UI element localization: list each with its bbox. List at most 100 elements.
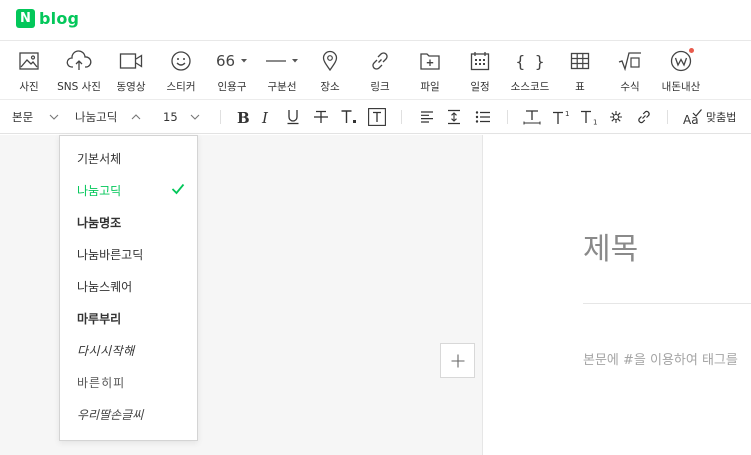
font-option-label: 나눔고딕 bbox=[77, 183, 122, 198]
w-badge-icon bbox=[660, 48, 702, 73]
svg-text:1: 1 bbox=[593, 119, 597, 126]
location-pin-icon bbox=[316, 49, 344, 73]
align-left-icon bbox=[421, 111, 433, 123]
text-color-button[interactable] bbox=[340, 100, 358, 134]
letter-spacing-icon bbox=[523, 110, 541, 125]
font-option-label: 나눔명조 bbox=[77, 215, 122, 230]
font-size-value: 15 bbox=[163, 110, 178, 124]
naver-blog-logo[interactable]: N blog bbox=[16, 9, 79, 28]
tool-label: 장소 bbox=[320, 81, 340, 93]
font-option[interactable]: 나눔스퀘어 bbox=[60, 270, 197, 302]
tool-location[interactable]: 장소 bbox=[316, 49, 344, 94]
tool-link[interactable]: 링크 bbox=[366, 49, 394, 94]
text-background-button[interactable] bbox=[368, 100, 386, 134]
strikethrough-button[interactable] bbox=[313, 100, 329, 134]
tool-label: 일정 bbox=[470, 81, 490, 93]
italic-icon: I bbox=[261, 109, 269, 125]
tool-video[interactable]: 동영상 bbox=[114, 49, 148, 94]
tool-label: 소스코드 bbox=[510, 81, 550, 93]
tool-label: 스티커 bbox=[166, 81, 196, 93]
letter-spacing-button[interactable] bbox=[523, 100, 541, 134]
font-option[interactable]: 바른히피 bbox=[60, 366, 197, 398]
tool-formula[interactable]: 수식 bbox=[615, 49, 645, 94]
font-family-select[interactable]: 나눔고딕 bbox=[75, 100, 141, 134]
tool-source-code[interactable]: { } 소스코드 bbox=[508, 49, 552, 94]
tool-sns-photo[interactable]: SNS 사진 bbox=[57, 49, 101, 94]
hyperlink-button[interactable] bbox=[636, 100, 652, 134]
spellcheck-icon: Aa bbox=[683, 109, 702, 126]
font-option-label: 기본서체 bbox=[77, 151, 122, 166]
insert-toolbar: 사진 SNS 사진 동영상 스티커 66 인용구 구분선 장소 링크 파일 일정… bbox=[0, 40, 751, 100]
tool-table[interactable]: 표 bbox=[566, 49, 594, 94]
chevron-down-icon bbox=[190, 114, 200, 120]
svg-text:1: 1 bbox=[565, 110, 569, 118]
table-icon bbox=[566, 49, 594, 73]
font-option[interactable]: 우리딸손글씨 bbox=[60, 398, 197, 430]
svg-text:I: I bbox=[261, 109, 269, 125]
font-option-selected[interactable]: 나눔고딕 bbox=[60, 174, 197, 206]
toolbar-separator bbox=[220, 110, 221, 124]
body-placeholder[interactable]: 본문에 #을 이용하여 태그를 bbox=[583, 349, 738, 368]
italic-button[interactable]: I bbox=[261, 100, 273, 134]
text-color-icon bbox=[341, 110, 356, 123]
paragraph-style-select[interactable]: 본문 bbox=[12, 100, 59, 134]
tool-label: SNS 사진 bbox=[57, 81, 101, 93]
font-option[interactable]: 다시시작해 bbox=[60, 334, 197, 366]
tool-self-purchase[interactable]: 내돈내산 bbox=[660, 48, 702, 94]
font-option[interactable]: 마루부리 bbox=[60, 302, 197, 334]
quote-icon: 66 bbox=[214, 49, 250, 73]
chevron-up-icon bbox=[131, 114, 141, 120]
font-option-label: 나눔스퀘어 bbox=[77, 279, 133, 294]
file-icon bbox=[416, 49, 444, 73]
editor-canvas[interactable]: 제목 본문에 #을 이용하여 태그를 bbox=[483, 135, 751, 455]
plus-icon bbox=[451, 354, 464, 367]
add-component-button[interactable] bbox=[440, 343, 475, 378]
line-height-button[interactable] bbox=[447, 100, 461, 134]
cloud-upload-icon bbox=[57, 49, 101, 73]
font-option[interactable]: 나눔바른고딕 bbox=[60, 238, 197, 270]
code-glyph: { } bbox=[515, 51, 545, 71]
spellcheck-button[interactable]: Aa 맞춤법 bbox=[683, 100, 736, 134]
tool-quote[interactable]: 66 인용구 bbox=[214, 49, 250, 94]
link-icon bbox=[638, 110, 650, 124]
strikethrough-icon bbox=[314, 110, 328, 123]
title-divider bbox=[583, 303, 751, 304]
toolbar-separator bbox=[401, 110, 402, 124]
divider-icon bbox=[264, 49, 300, 73]
special-character-button[interactable] bbox=[609, 100, 623, 134]
list-button[interactable] bbox=[475, 100, 491, 134]
tool-label: 링크 bbox=[370, 81, 390, 93]
font-option[interactable]: 기본서체 bbox=[60, 142, 197, 174]
toolbar-separator bbox=[507, 110, 508, 124]
tool-label: 표 bbox=[575, 81, 585, 93]
svg-text:B: B bbox=[237, 109, 250, 125]
link-icon bbox=[366, 49, 394, 73]
logo-text: blog bbox=[39, 9, 80, 28]
tool-photo[interactable]: 사진 bbox=[14, 49, 44, 94]
superscript-button[interactable]: 1 bbox=[552, 100, 572, 134]
tool-label: 파일 bbox=[420, 81, 440, 93]
blog-editor: N blog 사진 SNS 사진 동영상 스티커 66 인용구 구분선 장소 링… bbox=[0, 0, 751, 455]
caret-down-icon bbox=[291, 59, 298, 63]
font-option[interactable]: 나눔명조 bbox=[60, 206, 197, 238]
title-placeholder[interactable]: 제목 bbox=[583, 224, 638, 268]
special-character-icon bbox=[610, 111, 622, 123]
tool-sticker[interactable]: 스티커 bbox=[164, 49, 198, 94]
font-dropdown-menu: 기본서체 나눔고딕 나눔명조 나눔바른고딕 나눔스퀘어 마루부리 다시시작해 바… bbox=[59, 135, 198, 441]
underline-button[interactable] bbox=[286, 100, 300, 134]
caret-down-icon bbox=[241, 59, 248, 63]
tool-schedule[interactable]: 일정 bbox=[466, 49, 494, 94]
bold-button[interactable]: B bbox=[236, 100, 250, 134]
subscript-button[interactable]: 1 bbox=[580, 100, 600, 134]
quote-glyph: 66 bbox=[215, 52, 236, 70]
font-size-select[interactable]: 15 bbox=[163, 100, 200, 134]
align-button[interactable] bbox=[420, 100, 434, 134]
photo-icon bbox=[14, 49, 44, 73]
subscript-icon: 1 bbox=[581, 110, 597, 126]
spellcheck-label: 맞춤법 bbox=[706, 111, 737, 124]
tool-label: 내돈내산 bbox=[661, 81, 701, 93]
tool-divider[interactable]: 구분선 bbox=[264, 49, 300, 94]
naver-n-icon: N bbox=[16, 9, 35, 28]
tool-file[interactable]: 파일 bbox=[416, 49, 444, 94]
toolbar-separator bbox=[667, 110, 668, 124]
